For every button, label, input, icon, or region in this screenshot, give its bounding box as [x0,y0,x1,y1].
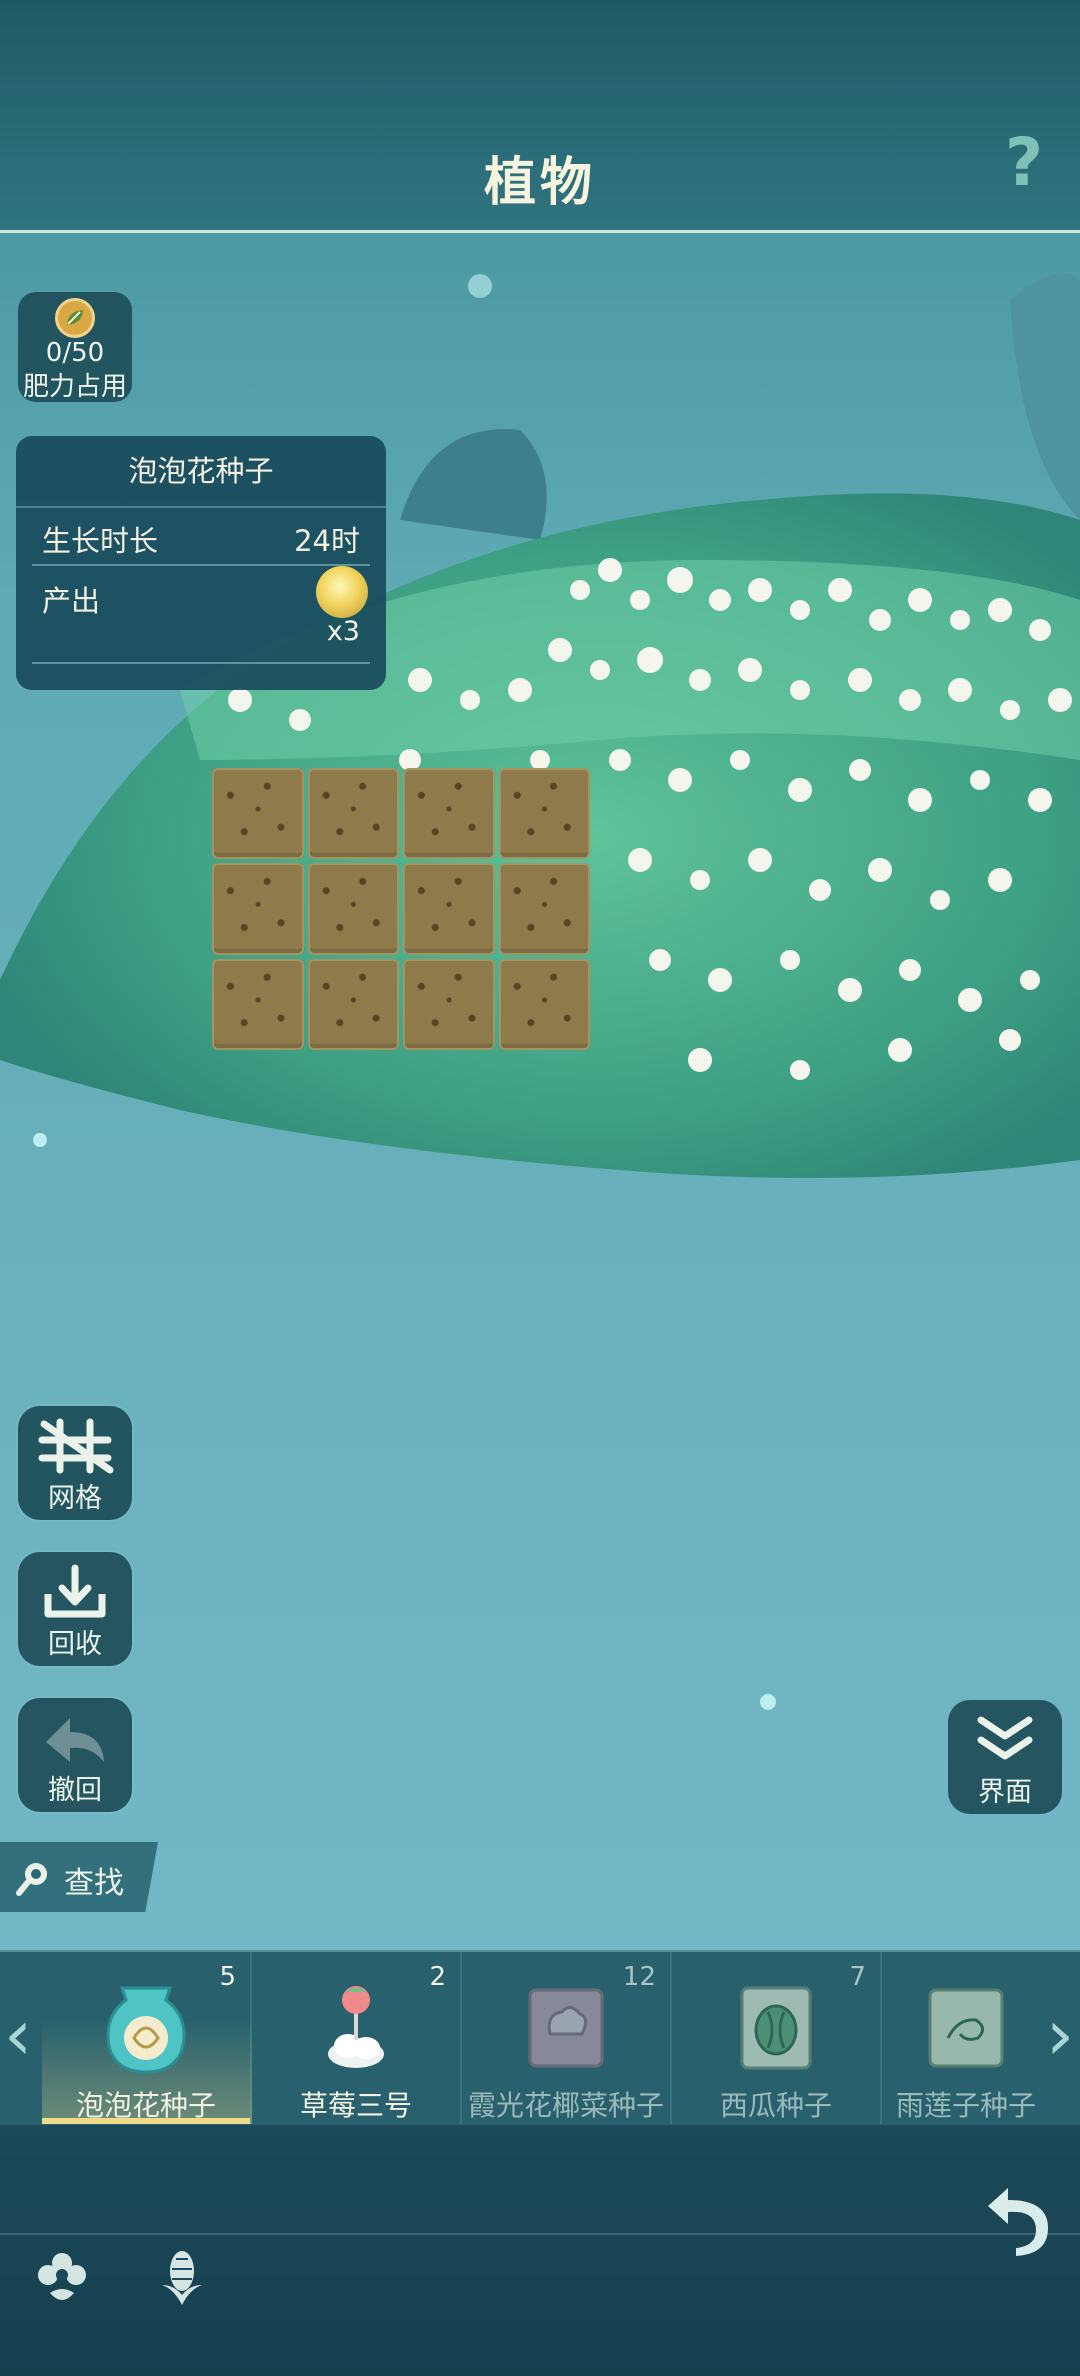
watermelon-seed-pack-icon [740,1986,812,2070]
seed-item-cauliflower[interactable]: 12 霞光花椰菜种子 [462,1952,672,2124]
yield-quantity: x3 [326,616,360,647]
seed-item-watermelon[interactable]: 7 西瓜种子 [672,1952,882,2124]
seed-count: 5 [219,1962,236,1992]
seed-info-title: 泡泡花种子 [16,436,386,508]
undo-label: 撤回 [48,1775,102,1806]
recycle-button[interactable]: 回收 [18,1552,132,1666]
soil-plot[interactable] [307,958,399,1050]
question-mark-icon[interactable]: ? [994,128,1054,198]
seed-item-strawberry[interactable]: 2 草莓三号 [252,1952,462,2124]
fertilizer-label: 肥力占用 [22,372,127,402]
soil-plot[interactable] [212,958,304,1050]
soil-grid[interactable] [212,768,590,1050]
chevron-left-icon[interactable]: ‹ [4,1990,34,2080]
soil-plot[interactable] [403,768,495,860]
seed-count: 2 [429,1962,446,1992]
seed-name: 泡泡花种子 [75,2089,216,2122]
page-title: 植物 [483,153,596,213]
soil-plot[interactable] [212,768,304,860]
yield-label: 产出 [42,584,101,618]
grid-toggle-button[interactable]: 网格 [18,1406,132,1520]
grid-off-icon [38,1418,114,1474]
bottom-divider [0,2233,1080,2235]
search-icon [16,1863,47,1896]
strawberry-sprout-icon [328,1986,384,2068]
soil-plot[interactable] [498,958,590,1050]
flower-icon[interactable] [34,2245,90,2309]
growth-time-label: 生长时长 [42,524,159,558]
soil-plot[interactable] [403,863,495,955]
seed-item-lotus[interactable]: 雨莲子种子 [882,1952,1050,2124]
soil-plot[interactable] [498,863,590,955]
seed-count: 7 [849,1962,866,1992]
growth-time-value: 24时 [294,524,360,558]
double-chevron-down-icon [977,1716,1033,1760]
recycle-tray-icon [44,1564,106,1618]
soil-plot[interactable] [403,958,495,1050]
seed-name: 西瓜种子 [719,2089,832,2122]
search-button[interactable]: 查找 [0,1842,158,1912]
top-bar: 植物 ? [0,0,1080,233]
seed-info-panel: 泡泡花种子 生长时长 24时 产出 x3 [16,436,386,690]
soil-plot[interactable] [498,768,590,860]
grid-label: 网格 [48,1483,102,1514]
seed-count: 12 [622,1962,656,1992]
seed-name: 雨莲子种子 [895,2089,1036,2122]
soil-plot[interactable] [212,863,304,955]
leaf-coin-icon [55,298,95,338]
seed-name: 霞光花椰菜种子 [467,2089,664,2122]
interface-toggle-button[interactable]: 界面 [948,1700,1062,1814]
interface-label: 界面 [978,1777,1032,1808]
corn-icon[interactable] [154,2245,210,2309]
seed-item-bubble-flower[interactable]: 5 泡泡花种子 [42,1952,252,2124]
lotus-seed-pack-icon [928,1988,1004,2068]
bubble-flower-icon [316,566,368,618]
recycle-label: 回收 [48,1629,102,1660]
seed-selection-bar: 5 泡泡花种子 2 草莓三号 12 霞光花椰菜种子 7 西瓜种子 雨莲子种子 [0,1950,1080,2127]
cauliflower-seed-pack-icon [528,1988,604,2068]
seed-bag-icon [106,1986,186,2074]
fertilizer-value: 0/50 [45,338,105,368]
leaf-glyph [67,310,83,325]
info-divider [32,564,370,566]
seed-name: 草莓三号 [299,2089,412,2122]
back-arrow-icon[interactable] [978,2180,1058,2260]
chevron-right-icon[interactable]: › [1046,1990,1076,2080]
soil-plot[interactable] [307,863,399,955]
undo-arrow-icon [46,1718,104,1762]
fertilizer-badge[interactable]: 0/50 肥力占用 [18,292,132,402]
soil-plot[interactable] [307,768,399,860]
undo-button[interactable]: 撤回 [18,1698,132,1812]
info-divider-bottom [32,662,370,664]
search-label: 查找 [64,1866,124,1901]
